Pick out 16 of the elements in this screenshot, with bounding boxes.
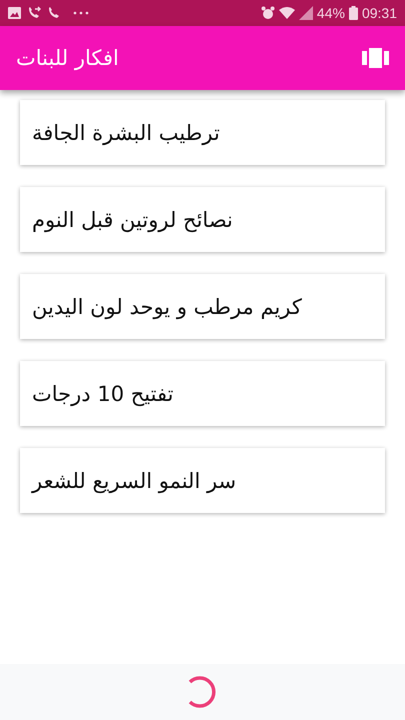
clock: 09:31 (362, 5, 397, 21)
topic-card[interactable]: ترطيب البشرة الجافة (20, 100, 385, 165)
topic-card[interactable]: سر النمو السريع للشعر (20, 448, 385, 513)
more-icon (73, 11, 89, 15)
carousel-icon[interactable] (362, 48, 389, 68)
battery-percentage: 44% (316, 5, 345, 21)
topic-card[interactable]: تفتيح 10 درجات (20, 361, 385, 426)
call-forward-icon (27, 6, 41, 20)
image-icon (8, 7, 21, 19)
phone-icon (47, 6, 61, 20)
wifi-icon (278, 6, 295, 20)
app-title: افكار للبنات (16, 46, 119, 70)
battery-icon (348, 6, 358, 20)
topic-card[interactable]: كريم مرطب و يوحد لون اليدين (20, 274, 385, 339)
topic-card[interactable]: نصائح لروتين قبل النوم (20, 187, 385, 252)
signal-icon (298, 6, 313, 20)
